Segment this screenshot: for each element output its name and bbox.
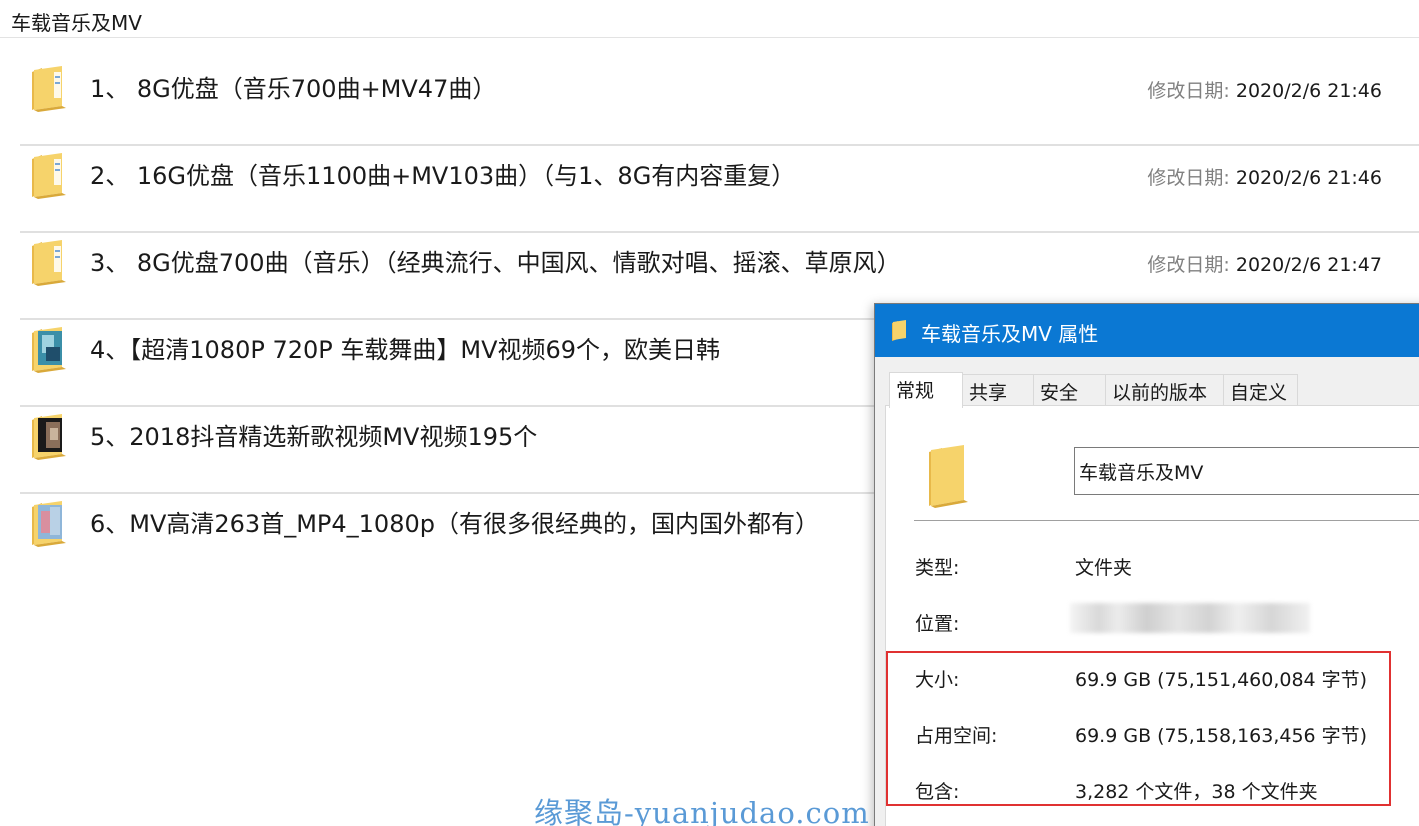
modified-date: 修改日期: 2020/2/6 21:47 (1147, 250, 1382, 277)
modified-date-label: 修改日期: (1147, 167, 1230, 189)
address-bar[interactable]: 车载音乐及MV (0, 0, 1419, 38)
modified-date: 修改日期: 2020/2/6 21:46 (1147, 163, 1382, 190)
folder-icon (929, 445, 968, 508)
modified-date-value: 2020/2/6 21:46 (1235, 167, 1382, 189)
folder-name: 1、 8G优盘（音乐700曲+MV47曲） (90, 75, 497, 103)
folder-row[interactable]: 3、 8G优盘700曲（音乐）（经典流行、中国风、情歌对唱、摇滚、草原风） 修改… (20, 212, 1419, 299)
folder-thumbnail-icon (32, 501, 66, 547)
tab-security[interactable]: 安全 (1033, 374, 1106, 406)
folder-name: 5、2018抖音精选新歌视频MV视频195个 (90, 423, 538, 451)
dialog-titlebar[interactable]: 车载音乐及MV 属性 (875, 304, 1419, 357)
modified-date: 修改日期: 2020/2/6 21:46 (1147, 76, 1382, 103)
folder-icon (32, 240, 66, 286)
modified-date-value: 2020/2/6 21:47 (1235, 254, 1382, 276)
folder-name: 2、 16G优盘（音乐1100曲+MV103曲）（与1、8G有内容重复） (90, 162, 796, 190)
current-folder-title: 车载音乐及MV (11, 11, 142, 35)
location-label: 位置: (915, 613, 960, 635)
folder-name-field[interactable] (1074, 447, 1419, 495)
explorer-page: 车载音乐及MV 1、 8G优盘（音乐700曲+MV47曲） 修改日期: 2020… (0, 0, 1419, 826)
type-value: 文件夹 (1075, 557, 1133, 579)
highlight-annotation (886, 651, 1391, 806)
folder-name: 3、 8G优盘700曲（音乐）（经典流行、中国风、情歌对唱、摇滚、草原风） (90, 249, 901, 277)
folder-icon (32, 153, 66, 199)
folder-icon (892, 320, 906, 341)
tab-general[interactable]: 常规 (889, 372, 963, 408)
folder-row[interactable]: 2、 16G优盘（音乐1100曲+MV103曲）（与1、8G有内容重复） 修改日… (20, 125, 1419, 212)
folder-thumbnail-icon (32, 414, 66, 460)
folder-row[interactable]: 1、 8G优盘（音乐700曲+MV47曲） 修改日期: 2020/2/6 21:… (20, 38, 1419, 125)
modified-date-value: 2020/2/6 21:46 (1235, 80, 1382, 102)
watermark-text: 缘聚岛-yuanjudao.com (534, 796, 870, 826)
dialog-title: 车载音乐及MV 属性 (921, 322, 1099, 346)
location-value-blurred (1070, 603, 1310, 633)
modified-date-label: 修改日期: (1147, 254, 1230, 276)
type-label: 类型: (915, 557, 960, 579)
tab-customize[interactable]: 自定义 (1223, 374, 1298, 406)
section-divider (914, 520, 1419, 521)
modified-date-label: 修改日期: (1147, 80, 1230, 102)
tab-sharing[interactable]: 共享 (962, 374, 1034, 406)
tab-previous-versions[interactable]: 以前的版本 (1105, 374, 1224, 406)
folder-icon (32, 66, 66, 112)
folder-name: 4、【超清1080P 720P 车载舞曲】MV视频69个，欧美日韩 (90, 336, 721, 364)
folder-thumbnail-icon (32, 327, 66, 373)
folder-name: 6、MV高清263首_MP4_1080p（有很多很经典的，国内国外都有） (90, 510, 819, 538)
